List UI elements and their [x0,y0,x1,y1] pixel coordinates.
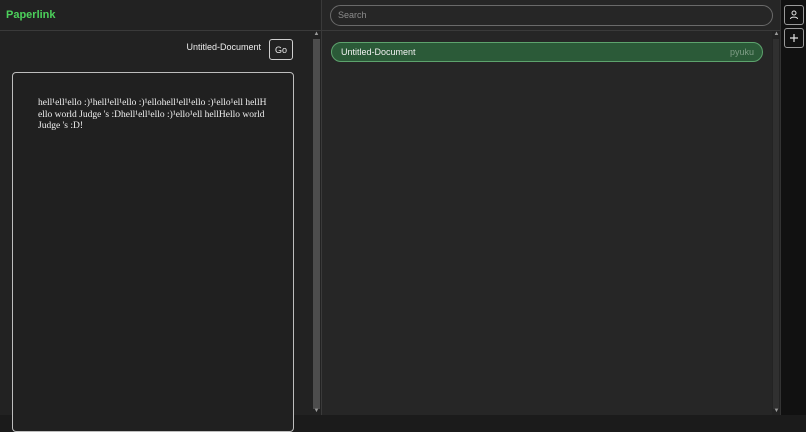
go-button[interactable]: Go [269,39,293,60]
documents-scroll-thumb[interactable] [773,39,779,409]
app-header: Paperlink [0,0,321,31]
scroll-up-icon[interactable]: ▲ [313,31,320,37]
right-toolbar [780,0,806,415]
search-input[interactable]: Search [330,5,773,26]
plus-icon [790,34,798,42]
scroll-up-icon[interactable]: ▲ [773,31,780,37]
document-list-item[interactable]: Untitled-Document pyuku [331,42,763,62]
document-item-owner: pyuku [729,47,754,57]
app-title: Paperlink [6,9,56,21]
profile-button[interactable] [784,5,804,25]
documents-panel: Search Untitled-Document pyuku [322,0,780,415]
scroll-down-icon[interactable]: ▼ [773,408,780,414]
editor-panel: Paperlink Untitled-Document Go hell¹ell¹… [0,0,321,432]
document-item-name: Untitled-Document [341,47,416,57]
scroll-down-icon[interactable]: ▼ [313,408,320,414]
document-editor[interactable]: hell¹ell¹ello :)¹hell¹ell¹ello :)¹ellohe… [12,72,294,432]
editor-scroll-thumb[interactable] [313,39,320,409]
editor-scrollbar[interactable]: ▲ ▼ [312,31,321,415]
user-icon [790,10,798,20]
documents-scrollbar[interactable]: ▲ ▼ [772,31,780,415]
document-title[interactable]: Untitled-Document [186,42,261,52]
editor-content[interactable]: hell¹ell¹ello :)¹hell¹ell¹ello :)¹ellohe… [38,98,270,133]
add-document-button[interactable] [784,28,804,48]
documents-header: Search [322,0,780,31]
